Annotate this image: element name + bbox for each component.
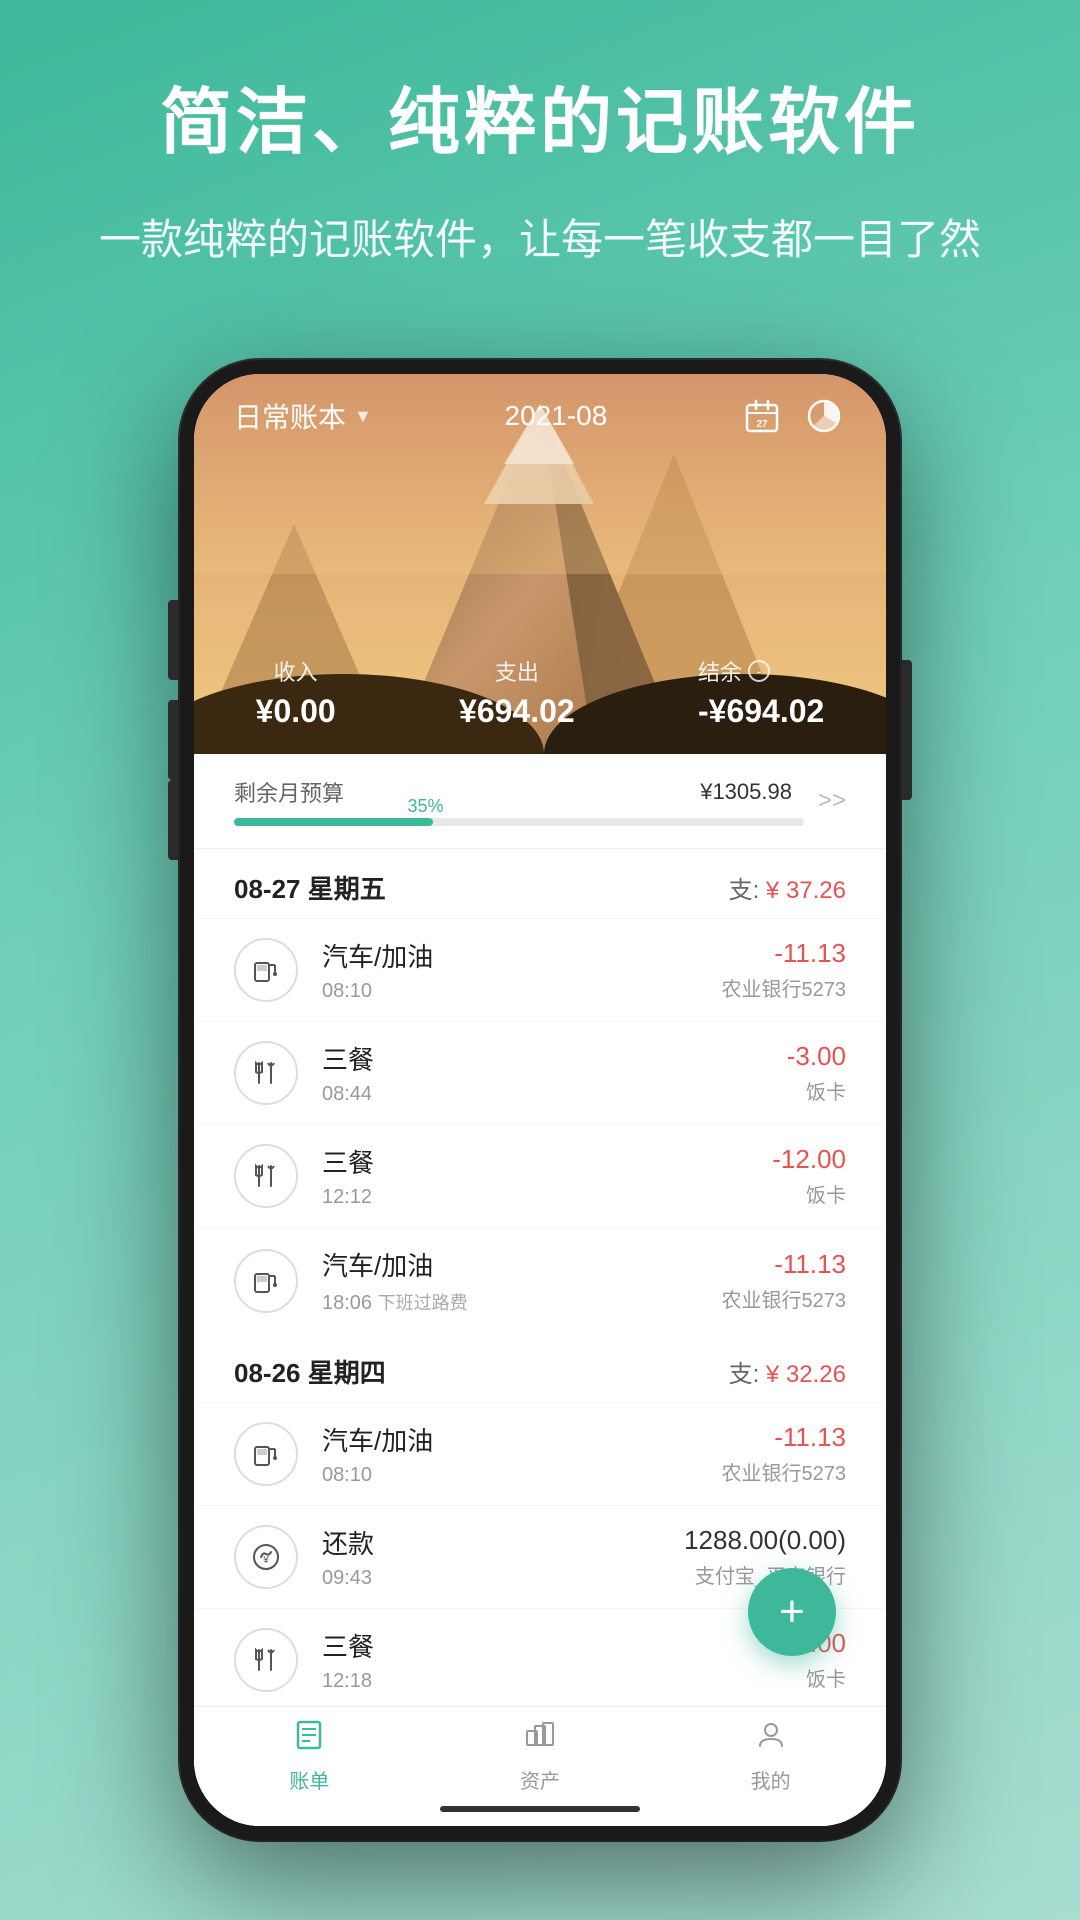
tx-info: 三餐 12:18 [322, 1627, 772, 1693]
add-icon: + [779, 1587, 805, 1637]
tx-right: -11.13 农业银行5273 [722, 1249, 847, 1313]
meal-icon [234, 1628, 298, 1692]
tx-info: 还款 09:43 [322, 1524, 684, 1590]
profile-icon [755, 1719, 787, 1759]
tx-item[interactable]: 汽车/加油 18:06 下班过路费 -11.13 农业银行5273 [194, 1227, 886, 1333]
fuel-icon [234, 938, 298, 1002]
budget-info: 剩余月预算 ¥1305.98 35% [234, 776, 804, 826]
date-header-0827: 08-27 星期五 支: ¥ 37.26 [194, 849, 886, 918]
balance-info-icon: - [748, 660, 770, 682]
budget-arrow-icon: >> [818, 787, 846, 815]
budget-track: 35% [234, 818, 804, 826]
tx-info: 三餐 12:12 [322, 1143, 772, 1209]
date-group-0827: 08-27 星期五 支: ¥ 37.26 汽车/加油 08:10 [194, 849, 886, 1333]
page-title: 简洁、纯粹的记账软件 [60, 80, 1020, 166]
app-header: 日常账本 ▼ 2021-08 27 [194, 374, 886, 754]
nav-item-profile[interactable]: 我的 [655, 1719, 886, 1794]
tx-item[interactable]: 三餐 12:12 -12.00 饭卡 [194, 1124, 886, 1227]
chart-icon[interactable] [802, 394, 846, 438]
tx-info: 三餐 08:44 [322, 1040, 787, 1106]
tx-item[interactable]: 三餐 08:44 -3.00 饭卡 [194, 1021, 886, 1124]
tx-right: -11.13 农业银行5273 [722, 938, 847, 1002]
account-name-button[interactable]: 日常账本 ▼ [234, 396, 372, 436]
tx-item[interactable]: 汽车/加油 08:10 -11.13 农业银行5273 [194, 918, 886, 1021]
tx-info: 汽车/加油 08:10 [322, 1421, 722, 1487]
phone-outer: 日常账本 ▼ 2021-08 27 [180, 360, 900, 1840]
tx-item[interactable]: 汽车/加油 08:10 -11.13 农业银行5273 [194, 1402, 886, 1505]
tx-info: 汽车/加油 08:10 [322, 937, 722, 1003]
meal-icon [234, 1144, 298, 1208]
calendar-icon[interactable]: 27 [740, 394, 784, 438]
fuel-icon [234, 1249, 298, 1313]
summary-row: 收入 ¥0.00 支出 ¥694.02 结余 - [194, 655, 886, 730]
income-summary: 收入 ¥0.00 [256, 655, 336, 730]
bill-nav-label: 账单 [289, 1765, 329, 1794]
add-transaction-button[interactable]: + [748, 1568, 836, 1656]
phone-mockup: 日常账本 ▼ 2021-08 27 [180, 360, 900, 1840]
bill-icon [293, 1719, 325, 1759]
svg-text:¥: ¥ [262, 1555, 269, 1566]
fuel-icon [234, 1422, 298, 1486]
page-header: 简洁、纯粹的记账软件 一款纯粹的记账软件，让每一笔收支都一目了然 [0, 0, 1080, 314]
tx-info: 汽车/加油 18:06 下班过路费 [322, 1246, 722, 1315]
home-indicator [440, 1806, 640, 1812]
phone-screen: 日常账本 ▼ 2021-08 27 [194, 374, 886, 1826]
tx-right: -12.00 饭卡 [772, 1144, 846, 1208]
header-date: 2021-08 [505, 400, 608, 432]
tx-right: -3.00 饭卡 [787, 1041, 846, 1105]
profile-nav-label: 我的 [751, 1765, 791, 1794]
header-icons: 27 [740, 394, 846, 438]
asset-icon [524, 1719, 556, 1759]
account-dropdown-icon: ▼ [354, 406, 372, 427]
budget-section[interactable]: 剩余月预算 ¥1305.98 35% >> [194, 754, 886, 849]
header-top-bar: 日常账本 ▼ 2021-08 27 [194, 394, 886, 438]
budget-fill: 35% [234, 818, 433, 826]
asset-nav-label: 资产 [520, 1765, 560, 1794]
nav-item-bill[interactable]: 账单 [194, 1719, 425, 1794]
page-subtitle: 一款纯粹的记账软件，让每一笔收支都一目了然 [60, 206, 1020, 273]
expense-summary: 支出 ¥694.02 [459, 655, 575, 730]
tx-right: -11.13 农业银行5273 [722, 1422, 847, 1486]
date-header-0826: 08-26 星期四 支: ¥ 32.26 [194, 1333, 886, 1402]
nav-item-asset[interactable]: 资产 [425, 1719, 656, 1794]
svg-text:27: 27 [756, 419, 768, 430]
meal-icon [234, 1041, 298, 1105]
balance-summary: 结余 - -¥694.02 [698, 655, 824, 730]
transaction-list: 08-27 星期五 支: ¥ 37.26 汽车/加油 08:10 [194, 849, 886, 1826]
repay-icon: ¥ [234, 1525, 298, 1589]
page-background: 简洁、纯粹的记账软件 一款纯粹的记账软件，让每一笔收支都一目了然 [0, 0, 1080, 314]
